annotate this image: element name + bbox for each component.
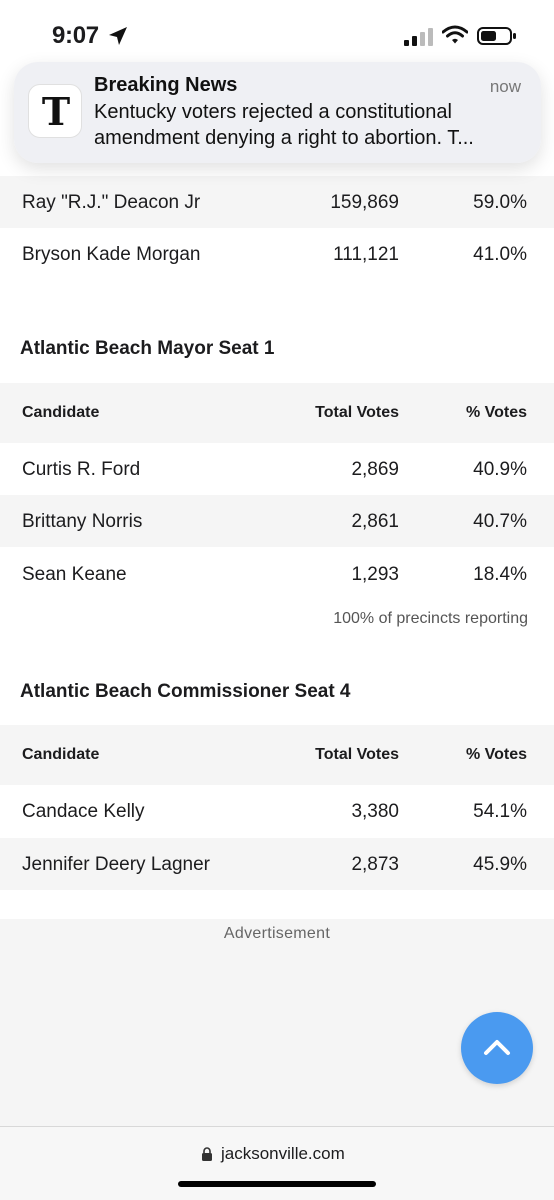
candidate-name: Candace Kelly [22,801,145,822]
table-header: Candidate Total Votes % Votes [0,725,554,785]
candidate-pct: 59.0% [473,192,527,213]
breaking-news-notification[interactable]: T Breaking News now Kentucky voters reje… [14,62,541,163]
header-candidate: Candidate [22,404,100,421]
cellular-signal-icon [404,28,433,46]
precincts-reporting: 100% of precincts reporting [333,610,528,627]
table-row: Sean Keane 1,293 18.4% [0,548,554,600]
candidate-pct: 40.9% [473,459,527,480]
notification-title: Breaking News [94,74,238,96]
notification-time: now [489,77,521,96]
url-domain: jacksonville.com [221,1144,345,1163]
advertisement-label: Advertisement [223,925,331,942]
candidate-pct: 40.7% [473,511,527,532]
nyt-app-icon: T [28,84,82,138]
candidate-votes: 159,869 [330,192,399,213]
race-title: Atlantic Beach Mayor Seat 1 [20,338,275,359]
candidate-pct: 41.0% [473,244,527,265]
candidate-name: Jennifer Deery Lagner [22,854,210,875]
status-bar: 9:07 [0,0,554,70]
table-row: Jennifer Deery Lagner 2,873 45.9% [0,838,554,890]
table-row: Brittany Norris 2,861 40.7% [0,495,554,547]
candidate-votes: 2,861 [351,511,399,532]
chevron-up-icon [484,1040,510,1055]
candidate-pct: 18.4% [473,564,527,585]
candidate-name: Sean Keane [22,564,127,585]
browser-address-bar[interactable]: jacksonville.com [0,1126,554,1200]
table-row: Candace Kelly 3,380 54.1% [0,785,554,837]
candidate-name: Curtis R. Ford [22,459,141,480]
race-title: Atlantic Beach Commissioner Seat 4 [20,681,351,702]
lock-icon [202,1147,212,1161]
header-pct-votes: % Votes [465,404,527,421]
scroll-to-top-button[interactable] [461,1012,533,1084]
header-pct-votes: % Votes [465,746,527,763]
home-indicator [178,1181,376,1187]
candidate-pct: 54.1% [473,801,527,822]
header-candidate: Candidate [22,746,100,763]
nyt-logo-letter: T [41,89,71,134]
candidate-pct: 45.9% [473,854,527,875]
candidate-votes: 2,873 [351,854,399,875]
battery-icon [477,27,516,45]
clock: 9:07 [52,22,99,49]
notification-body: Kentucky voters rejected a constitutiona… [94,101,474,149]
wifi-icon [442,25,468,44]
candidate-votes: 1,293 [351,564,399,585]
candidate-name: Ray "R.J." Deacon Jr [22,192,201,213]
table-row: Curtis R. Ford 2,869 40.9% [0,443,554,495]
table-header: Candidate Total Votes % Votes [0,383,554,443]
candidate-votes: 111,121 [333,244,399,265]
table-row: Ray "R.J." Deacon Jr 159,869 59.0% [0,176,554,228]
candidate-votes: 2,869 [351,459,399,480]
candidate-votes: 3,380 [351,801,399,822]
header-total-votes: Total Votes [315,746,399,763]
header-total-votes: Total Votes [315,404,399,421]
location-arrow-icon [109,27,127,45]
table-row: Bryson Kade Morgan 111,121 41.0% [0,228,554,280]
candidate-name: Brittany Norris [22,511,143,532]
candidate-name: Bryson Kade Morgan [22,244,201,265]
